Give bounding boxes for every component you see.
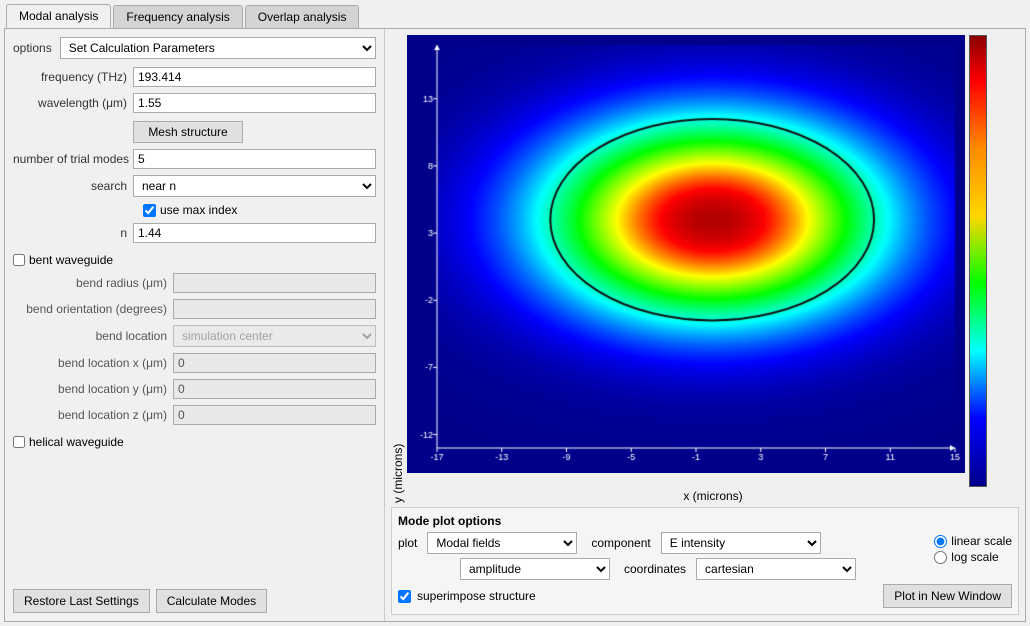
log-scale-radio[interactable] [934,551,947,564]
bend-location-z-row: bend location z (μm) [13,405,376,425]
bend-location-z-input [173,405,376,425]
restore-last-settings-button[interactable]: Restore Last Settings [13,589,150,613]
linear-scale-radio[interactable] [934,535,947,548]
helical-waveguide-checkbox[interactable] [13,436,25,448]
helical-waveguide-label: helical waveguide [29,435,124,449]
options-select[interactable]: Set Calculation Parameters [60,37,376,59]
tab-frequency-analysis[interactable]: Frequency analysis [113,5,242,28]
bend-location-x-input [173,353,376,373]
bent-waveguide-checkbox[interactable] [13,254,25,266]
mode-options-title: Mode plot options [398,514,1012,528]
bend-location-select: simulation center [173,325,376,347]
log-scale-label: log scale [951,550,998,564]
n-row: n [13,223,376,243]
n-input[interactable] [133,223,376,243]
wavelength-input[interactable] [133,93,376,113]
mode-options-controls: plot Modal fields component E intensity [398,532,1012,584]
search-select[interactable]: near n [133,175,376,197]
component-label: component [591,536,650,550]
bend-location-y-input [173,379,376,399]
bend-location-y-label: bend location y (μm) [13,382,173,396]
calculate-modes-button[interactable]: Calculate Modes [156,589,267,613]
bend-location-x-row: bend location x (μm) [13,353,376,373]
search-row: search near n [13,175,376,197]
bottom-buttons: Restore Last Settings Calculate Modes [13,583,376,613]
mode-plot-options: Mode plot options plot Modal fields comp… [391,507,1019,615]
bend-location-y-row: bend location y (μm) [13,379,376,399]
y-axis-label: y (microns) [391,35,405,503]
colorbar [969,35,1019,487]
superimpose-checkbox[interactable] [398,590,411,603]
trial-modes-row: number of trial modes [13,149,376,169]
bent-waveguide-row: bent waveguide [13,253,376,267]
coordinates-select[interactable]: cartesian [696,558,856,580]
bend-radius-label: bend radius (μm) [13,276,173,290]
tab-modal-analysis[interactable]: Modal analysis [6,4,111,28]
bend-location-row: bend location simulation center [13,325,376,347]
mesh-structure-button[interactable]: Mesh structure [133,121,243,143]
trial-modes-input[interactable] [133,149,376,169]
search-label: search [13,179,133,193]
bent-waveguide-label: bent waveguide [29,253,113,267]
frequency-input[interactable] [133,67,376,87]
left-panel: options Set Calculation Parameters frequ… [5,29,385,621]
use-max-index-row: use max index [13,203,376,217]
superimpose-label: superimpose structure [417,589,536,603]
mesh-btn-wrapper: Mesh structure [133,119,376,145]
log-scale-row: log scale [934,550,1012,564]
bend-location-x-label: bend location x (μm) [13,356,173,370]
component-select[interactable]: E intensity [661,532,821,554]
content-area: options Set Calculation Parameters frequ… [4,28,1026,622]
amplitude-coordinates-row: amplitude coordinates cartesian [398,558,922,580]
tab-overlap-analysis[interactable]: Overlap analysis [245,5,360,28]
options-label: options [13,41,52,55]
frequency-label: frequency (THz) [13,70,133,84]
wavelength-row: wavelength (μm) [13,93,376,113]
bend-orientation-row: bend orientation (degrees) [13,299,376,319]
bend-radius-input [173,273,376,293]
wavelength-label: wavelength (μm) [13,96,133,110]
bend-radius-row: bend radius (μm) [13,273,376,293]
linear-scale-row: linear scale [934,534,1012,548]
plot-new-window-button[interactable]: Plot in New Window [883,584,1012,608]
use-max-index-checkbox[interactable] [143,204,156,217]
right-panel: y (microns) [385,29,1025,621]
options-row: options Set Calculation Parameters [13,37,376,59]
plot-select[interactable]: Modal fields [427,532,577,554]
intensity-plot [407,35,965,473]
plot-area: y (microns) [391,35,1019,503]
bend-location-label: bend location [13,329,173,343]
superimpose-row: superimpose structure Plot in New Window [398,584,1012,608]
bend-location-z-label: bend location z (μm) [13,408,173,422]
trial-modes-label: number of trial modes [13,152,133,166]
main-container: Modal analysis Frequency analysis Overla… [0,0,1030,626]
mode-selects: plot Modal fields component E intensity [398,532,922,584]
bend-orientation-input [173,299,376,319]
bend-orientation-label: bend orientation (degrees) [13,302,173,316]
x-axis-label: x (microns) [407,489,1019,503]
helical-waveguide-row: helical waveguide [13,435,376,449]
amplitude-select[interactable]: amplitude [460,558,610,580]
coordinates-label: coordinates [624,562,686,576]
linear-scale-label: linear scale [951,534,1012,548]
n-label: n [13,226,133,240]
use-max-index-label: use max index [160,203,237,217]
scale-radio-group: linear scale log scale [934,534,1012,564]
plot-label: plot [398,536,417,550]
tab-bar: Modal analysis Frequency analysis Overla… [0,0,1030,28]
frequency-row: frequency (THz) [13,67,376,87]
plot-component-row: plot Modal fields component E intensity [398,532,922,554]
